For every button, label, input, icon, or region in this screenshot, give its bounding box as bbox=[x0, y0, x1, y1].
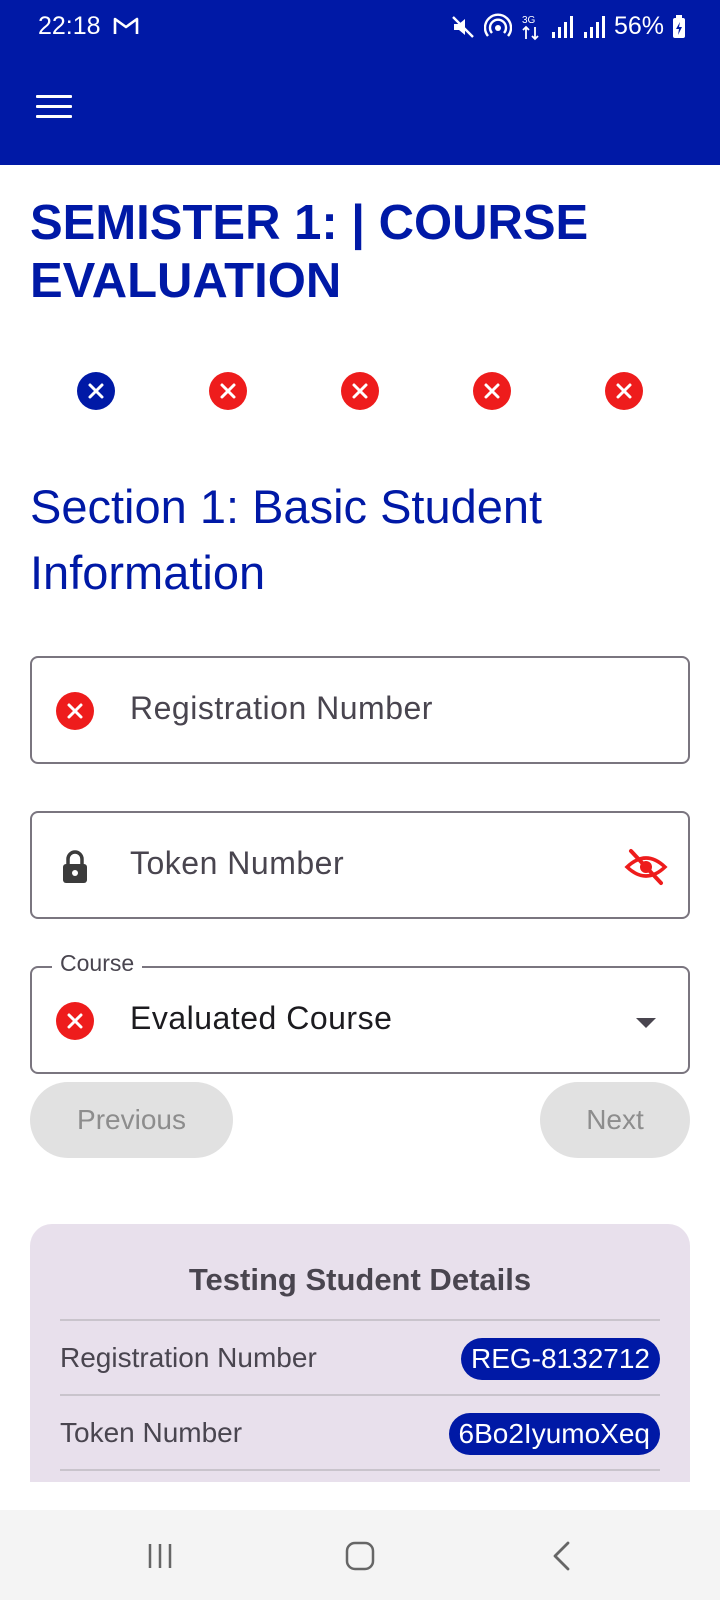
step-2-indicator[interactable] bbox=[209, 372, 247, 410]
registration-number-value: REG-8132712 bbox=[460, 1338, 660, 1380]
menu-icon-bar bbox=[36, 104, 72, 108]
page-title: SEMISTER 1: | COURSE EVALUATION bbox=[30, 196, 589, 308]
section-title: Section 1: Basic Student Information bbox=[30, 480, 543, 599]
recents-icon bbox=[148, 1544, 172, 1568]
divider bbox=[60, 1319, 660, 1321]
token-number-placeholder: Token Number bbox=[130, 845, 345, 881]
token-number-value: 6Bo2IyumoXeq bbox=[448, 1413, 660, 1455]
close-icon bbox=[352, 383, 368, 399]
network-3g-icon: 3G bbox=[522, 15, 539, 40]
course-label: Course bbox=[52, 950, 143, 977]
token-number-label: Token Number bbox=[60, 1417, 243, 1448]
signal-icon-1 bbox=[551, 15, 573, 38]
network-type: 3G bbox=[522, 15, 536, 26]
registration-number-field[interactable]: Registration Number bbox=[30, 656, 690, 764]
divider bbox=[60, 1469, 660, 1471]
back-icon bbox=[553, 1541, 570, 1571]
system-navigation-bar bbox=[0, 1510, 720, 1600]
token-number-field[interactable]: Token Number bbox=[30, 811, 690, 919]
error-icon bbox=[56, 692, 94, 730]
signal-icon-2 bbox=[583, 15, 605, 38]
recents-button[interactable] bbox=[138, 1536, 182, 1576]
visibility-off-icon[interactable] bbox=[624, 847, 668, 887]
testing-student-details-card: Testing Student Details Registration Num… bbox=[30, 1224, 690, 1482]
step-4-indicator[interactable] bbox=[473, 372, 511, 410]
step-3-indicator[interactable] bbox=[341, 372, 379, 410]
home-icon bbox=[345, 1541, 375, 1571]
step-5-indicator[interactable] bbox=[605, 372, 643, 410]
mute-icon bbox=[452, 15, 474, 38]
course-dropdown[interactable]: Course Evaluated Course bbox=[30, 950, 690, 1074]
dropdown-arrow-icon[interactable] bbox=[624, 1002, 668, 1042]
previous-button[interactable]: Previous bbox=[30, 1082, 233, 1158]
next-button[interactable]: Next bbox=[540, 1082, 690, 1158]
step-indicator bbox=[0, 372, 720, 416]
gmail-icon bbox=[113, 17, 139, 34]
back-button[interactable] bbox=[540, 1536, 584, 1576]
divider bbox=[60, 1394, 660, 1396]
close-icon bbox=[88, 383, 104, 399]
menu-icon-bar bbox=[36, 114, 72, 118]
menu-icon-bar bbox=[36, 94, 72, 98]
lock-icon bbox=[63, 850, 87, 883]
hotspot-icon bbox=[483, 13, 512, 37]
status-time: 22:18 bbox=[38, 12, 101, 40]
close-icon bbox=[220, 383, 236, 399]
course-selected-value: Evaluated Course bbox=[130, 1000, 393, 1036]
home-button[interactable] bbox=[338, 1536, 382, 1576]
error-icon bbox=[56, 1002, 94, 1040]
registration-number-placeholder: Registration Number bbox=[130, 690, 433, 726]
menu-button[interactable] bbox=[28, 82, 80, 130]
registration-number-label: Registration Number bbox=[60, 1342, 317, 1373]
card-title: Testing Student Details bbox=[188, 1262, 532, 1297]
step-1-indicator[interactable] bbox=[77, 372, 115, 410]
battery-icon bbox=[673, 14, 685, 38]
app-top-bar: 22:18 3G 56% bbox=[0, 0, 720, 165]
close-icon bbox=[616, 383, 632, 399]
battery-percent: 56% bbox=[613, 12, 664, 40]
status-bar: 22:18 3G 56% bbox=[0, 0, 720, 56]
close-icon bbox=[484, 383, 500, 399]
